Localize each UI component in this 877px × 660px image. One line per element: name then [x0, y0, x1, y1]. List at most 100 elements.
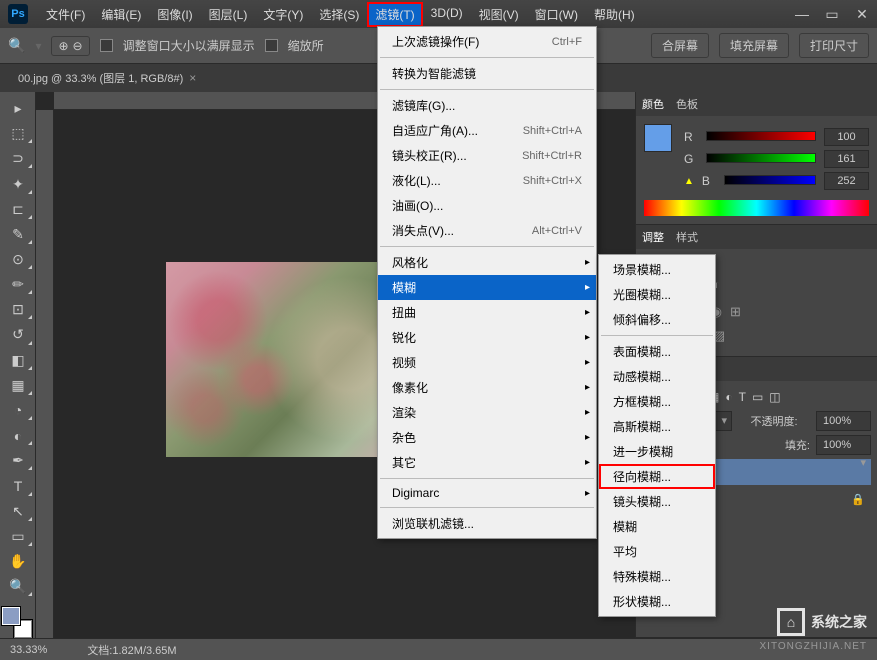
lasso-tool[interactable]: ⊃ [2, 147, 34, 170]
pen-tool[interactable]: ✒ [2, 449, 34, 472]
menu-filter[interactable]: 滤镜(T) [367, 2, 422, 27]
menu-select[interactable]: 选择(S) [311, 2, 367, 27]
menu-video[interactable]: 视频 [378, 350, 596, 375]
menu-oil-paint[interactable]: 油画(O)... [378, 193, 596, 218]
fg-color-swatch[interactable] [2, 607, 20, 625]
menu-view[interactable]: 视图(V) [471, 2, 527, 27]
resize-window-checkbox[interactable] [100, 39, 113, 52]
wand-tool[interactable]: ✦ [2, 172, 34, 195]
tab-close-icon[interactable]: × [189, 71, 196, 85]
stamp-tool[interactable]: ⊡ [2, 298, 34, 321]
doc-size[interactable]: 文档:1.82M/3.65M [87, 642, 176, 658]
filter-type-icon[interactable]: T [739, 390, 746, 404]
b-value[interactable]: 252 [824, 172, 869, 190]
brush-tool[interactable]: ✏ [2, 273, 34, 296]
zoom-tool[interactable]: 🔍 [2, 575, 34, 598]
b-slider[interactable] [724, 175, 816, 187]
opacity-field[interactable]: 100% [816, 411, 871, 431]
menu-blur[interactable]: 模糊 [378, 275, 596, 300]
menu-iris-blur[interactable]: 光圈模糊... [599, 282, 715, 307]
dodge-tool[interactable]: ◐ [2, 424, 34, 447]
menu-blur-simple[interactable]: 模糊 [599, 514, 715, 539]
document-tab[interactable]: 00.jpg @ 33.3% (图层 1, RGB/8#) × [8, 66, 206, 90]
menu-shape-blur[interactable]: 形状模糊... [599, 589, 715, 614]
fill-field[interactable]: 100% [816, 435, 871, 455]
menu-motion-blur[interactable]: 动感模糊... [599, 364, 715, 389]
menu-other[interactable]: 其它 [378, 450, 596, 475]
menu-3d[interactable]: 3D(D) [423, 2, 471, 27]
menu-image[interactable]: 图像(I) [149, 2, 200, 27]
r-value[interactable]: 100 [824, 128, 869, 146]
menu-distort[interactable]: 扭曲 [378, 300, 596, 325]
menu-render[interactable]: 渲染 [378, 400, 596, 425]
r-slider[interactable] [706, 131, 816, 143]
menu-edit[interactable]: 编辑(E) [93, 2, 149, 27]
color-swatches[interactable] [2, 607, 34, 638]
adjustments-tab[interactable]: 调整 [642, 229, 664, 245]
menu-lens-correction[interactable]: 镜头校正(R)...Shift+Ctrl+R [378, 143, 596, 168]
move-tool[interactable]: ▸ [2, 97, 34, 120]
eraser-tool[interactable]: ◧ [2, 349, 34, 372]
filter-shape-icon[interactable]: ▭ [752, 390, 763, 404]
menu-blur-more[interactable]: 进一步模糊 [599, 439, 715, 464]
menu-smart-filter[interactable]: 转换为智能滤镜 [378, 61, 596, 86]
menu-surface-blur[interactable]: 表面模糊... [599, 339, 715, 364]
menu-box-blur[interactable]: 方框模糊... [599, 389, 715, 414]
crop-tool[interactable]: ⊏ [2, 198, 34, 221]
color-tab[interactable]: 颜色 [642, 96, 664, 112]
type-tool[interactable]: T [2, 474, 34, 497]
menu-adaptive-wide[interactable]: 自适应广角(A)...Shift+Ctrl+A [378, 118, 596, 143]
color-panel-swatch[interactable] [644, 124, 672, 152]
menu-vanishing-point[interactable]: 消失点(V)...Alt+Ctrl+V [378, 218, 596, 243]
zoom-all-checkbox[interactable] [265, 39, 278, 52]
styles-tab[interactable]: 样式 [676, 229, 698, 245]
print-size-button[interactable]: 打印尺寸 [799, 33, 869, 58]
menu-last-filter[interactable]: 上次滤镜操作(F)Ctrl+F [378, 29, 596, 54]
menu-file[interactable]: 文件(F) [38, 2, 93, 27]
history-brush-tool[interactable]: ↺ [2, 323, 34, 346]
menu-browse-filters[interactable]: 浏览联机滤镜... [378, 511, 596, 536]
menu-noise[interactable]: 杂色 [378, 425, 596, 450]
menu-stylize[interactable]: 风格化 [378, 250, 596, 275]
gradient-tool[interactable]: ▦ [2, 374, 34, 397]
menu-filter-gallery[interactable]: 滤镜库(G)... [378, 93, 596, 118]
g-value[interactable]: 161 [824, 150, 869, 168]
filter-adj-icon[interactable]: ◐ [725, 390, 732, 404]
menu-liquify[interactable]: 液化(L)...Shift+Ctrl+X [378, 168, 596, 193]
shape-tool[interactable]: ▭ [2, 525, 34, 548]
g-slider[interactable] [706, 153, 816, 165]
mixer-icon[interactable]: ⊞ [730, 304, 741, 320]
menu-gaussian-blur[interactable]: 高斯模糊... [599, 414, 715, 439]
eyedropper-tool[interactable]: ✎ [2, 223, 34, 246]
menu-pixelate[interactable]: 像素化 [378, 375, 596, 400]
zoom-in-icon[interactable]: ⊕ [58, 39, 68, 53]
marquee-tool[interactable]: ⬚ [2, 122, 34, 145]
color-spectrum[interactable] [644, 200, 869, 216]
close-icon[interactable]: ✕ [847, 4, 877, 24]
menu-digimarc[interactable]: Digimarc [378, 482, 596, 504]
hand-tool[interactable]: ✋ [2, 550, 34, 573]
swatches-tab[interactable]: 色板 [676, 96, 698, 112]
zoom-level[interactable]: 33.33% [10, 644, 47, 656]
menu-help[interactable]: 帮助(H) [586, 2, 643, 27]
menu-type[interactable]: 文字(Y) [255, 2, 311, 27]
menu-window[interactable]: 窗口(W) [527, 2, 586, 27]
menu-tilt-shift[interactable]: 倾斜偏移... [599, 307, 715, 332]
zoom-mode-group[interactable]: ⊕ ⊖ [51, 36, 89, 56]
minimize-icon[interactable]: — [787, 4, 817, 24]
menu-sharpen[interactable]: 锐化 [378, 325, 596, 350]
menu-field-blur[interactable]: 场景模糊... [599, 257, 715, 282]
filter-smart-icon[interactable]: ◫ [769, 390, 780, 404]
healing-tool[interactable]: ⊙ [2, 248, 34, 271]
menu-average[interactable]: 平均 [599, 539, 715, 564]
menu-lens-blur[interactable]: 镜头模糊... [599, 489, 715, 514]
path-tool[interactable]: ↖ [2, 500, 34, 523]
menu-layer[interactable]: 图层(L) [201, 2, 256, 27]
maximize-icon[interactable]: ▭ [817, 4, 847, 24]
menu-radial-blur[interactable]: 径向模糊... [599, 464, 715, 489]
zoom-out-icon[interactable]: ⊖ [73, 39, 83, 53]
blur-tool[interactable]: ◔ [2, 399, 34, 422]
fit-screen-button[interactable]: 合屏幕 [651, 33, 709, 58]
fill-screen-button[interactable]: 填充屏幕 [719, 33, 789, 58]
menu-smart-blur[interactable]: 特殊模糊... [599, 564, 715, 589]
